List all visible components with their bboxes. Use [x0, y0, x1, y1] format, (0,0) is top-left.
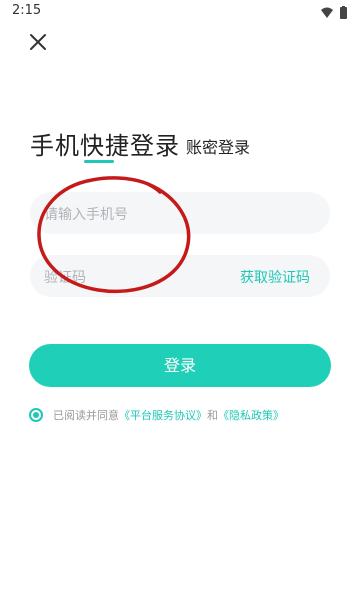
close-button[interactable]: [24, 28, 52, 56]
phone-placeholder: 请输入手机号: [44, 207, 128, 223]
agreement-text: 已阅读并同意《平台服务协议》和《隐私政策》: [53, 407, 284, 423]
get-code-button[interactable]: 获取验证码: [240, 267, 310, 287]
status-bar: 2:15: [0, 0, 360, 24]
status-icons: [320, 5, 350, 19]
agreement-row: 已阅读并同意《平台服务协议》和《隐私政策》: [29, 405, 339, 425]
close-icon: [30, 34, 46, 50]
agreement-and: 和: [207, 409, 218, 422]
tab-quick-login[interactable]: 手机快捷登录: [30, 126, 180, 161]
privacy-policy-link[interactable]: 《隐私政策》: [218, 409, 284, 422]
login-button[interactable]: 登录: [29, 344, 331, 387]
phone-input[interactable]: 请输入手机号: [30, 192, 330, 234]
tab-active-indicator: [84, 160, 114, 163]
login-tabs: 手机快捷登录 账密登录: [30, 126, 330, 176]
battery-icon: [340, 6, 347, 19]
service-agreement-link[interactable]: 《平台服务协议》: [119, 409, 207, 422]
code-placeholder: 验证码: [44, 270, 86, 286]
code-input[interactable]: 验证码 获取验证码: [30, 255, 330, 297]
tab-password-login[interactable]: 账密登录: [186, 134, 250, 158]
wifi-icon: [321, 7, 333, 18]
status-time: 2:15: [12, 3, 42, 18]
check-circle-icon: [29, 408, 43, 422]
agreement-prefix: 已阅读并同意: [53, 409, 119, 422]
agreement-checkbox[interactable]: [29, 407, 43, 422]
